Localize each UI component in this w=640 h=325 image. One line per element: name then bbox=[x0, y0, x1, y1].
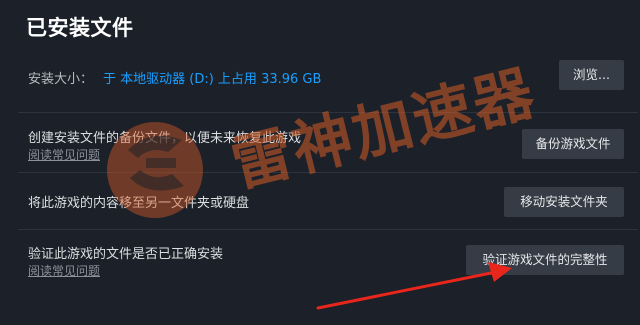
install-size-value: 于 本地驱动器 (D:) 上占用 33.96 GB bbox=[103, 72, 322, 87]
backup-faq-link[interactable]: 阅读常见问题 bbox=[28, 146, 100, 163]
verify-faq-link[interactable]: 阅读常见问题 bbox=[28, 262, 100, 279]
move-install-folder-button[interactable]: 移动安装文件夹 bbox=[504, 187, 624, 217]
verify-description: 验证此游戏的文件是否已正确安装 bbox=[28, 247, 224, 262]
divider bbox=[18, 229, 638, 230]
browse-button[interactable]: 浏览... bbox=[559, 60, 624, 90]
move-description: 将此游戏的内容移至另一文件夹或硬盘 bbox=[28, 196, 250, 211]
backup-game-files-button[interactable]: 备份游戏文件 bbox=[522, 129, 624, 159]
divider bbox=[18, 172, 638, 173]
backup-description: 创建安装文件的备份文件，以便未来恢复此游戏 bbox=[28, 131, 302, 146]
divider bbox=[18, 112, 638, 113]
page-title: 已安装文件 bbox=[26, 16, 134, 40]
verify-integrity-button[interactable]: 验证游戏文件的完整性 bbox=[466, 245, 624, 275]
install-size-label: 安装大小： bbox=[28, 72, 94, 87]
installed-files-panel: 已安装文件 安装大小： 于 本地驱动器 (D:) 上占用 33.96 GB 浏览… bbox=[0, 0, 640, 325]
